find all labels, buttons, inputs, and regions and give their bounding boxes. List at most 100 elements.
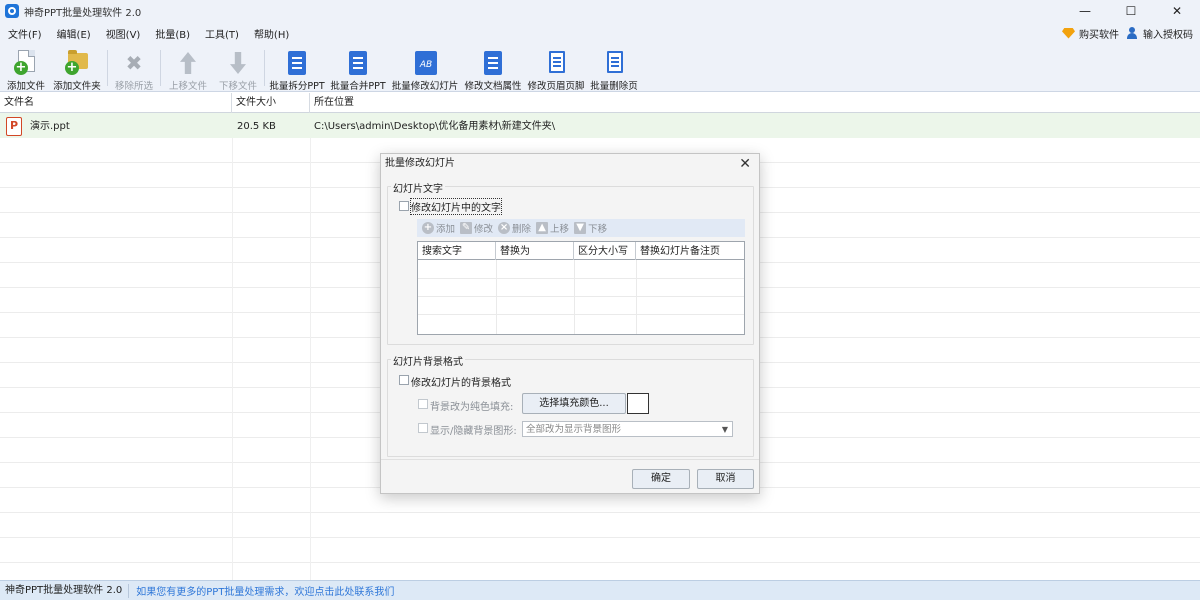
buy-label: 购买软件 bbox=[1079, 29, 1119, 41]
toolbar-separator bbox=[107, 50, 108, 86]
add-rule-label: 添加 bbox=[436, 224, 456, 235]
remove-selected-button[interactable]: ✖ 移除所选 bbox=[112, 44, 156, 92]
page-icon bbox=[542, 49, 570, 77]
solid-fill-label[interactable]: 背景改为纯色填充: bbox=[430, 398, 513, 413]
close-button[interactable]: ✕ bbox=[1154, 0, 1200, 22]
show-hide-bg-label[interactable]: 显示/隐藏背景图形: bbox=[430, 422, 517, 437]
menu-help[interactable]: 帮助(H) bbox=[247, 26, 296, 41]
arrow-up-icon: ▲ bbox=[536, 222, 549, 234]
col-replace-notes[interactable]: 替换幻灯片备注页 bbox=[636, 242, 744, 260]
status-app-name: 神奇PPT批量处理软件 2.0 bbox=[0, 583, 130, 598]
rule-down-button[interactable]: ▼ 下移 bbox=[574, 221, 607, 235]
table-gridline bbox=[636, 260, 637, 334]
text-rules-table[interactable]: 搜索文字 替换为 区分大小写 替换幻灯片备注页 bbox=[417, 241, 745, 335]
merge-ppt-button[interactable]: 批量合并PPT bbox=[329, 44, 387, 92]
doc-properties-button[interactable]: 修改文档属性 bbox=[463, 44, 523, 92]
move-up-label: 上移文件 bbox=[168, 81, 207, 92]
buy-button[interactable]: 购买软件 bbox=[1062, 26, 1119, 41]
column-divider bbox=[310, 113, 311, 580]
modify-bg-label[interactable]: 修改幻灯片的背景格式 bbox=[411, 374, 511, 389]
menu-edit[interactable]: 编辑(E) bbox=[50, 26, 98, 41]
modify-bg-checkbox[interactable] bbox=[399, 375, 409, 385]
minimize-button[interactable]: — bbox=[1062, 0, 1108, 22]
contact-link[interactable]: 如果您有更多的PPT批量处理需求，欢迎点击此处联系我们 bbox=[129, 583, 394, 598]
col-case-sensitive[interactable]: 区分大小写 bbox=[574, 242, 636, 260]
column-divider bbox=[232, 113, 233, 580]
remove-label: 移除所选 bbox=[114, 81, 153, 92]
delete-pages-button[interactable]: 批量删除页 bbox=[589, 44, 639, 92]
file-list-header: 文件名 文件大小 所在位置 bbox=[0, 93, 1200, 113]
col-filesize[interactable]: 文件大小 bbox=[232, 93, 310, 113]
dialog-title: 批量修改幻灯片 bbox=[385, 158, 455, 169]
cancel-button[interactable]: 取消 bbox=[697, 469, 754, 489]
table-gridline bbox=[574, 260, 575, 334]
rule-down-label: 下移 bbox=[588, 224, 608, 235]
table-gridline bbox=[418, 296, 744, 297]
file-path: C:\Users\admin\Desktop\优化备用素材\新建文件夹\ bbox=[314, 121, 556, 132]
choose-fill-color-button[interactable]: 选择填充颜色... bbox=[522, 393, 626, 414]
col-location[interactable]: 所在位置 bbox=[310, 93, 1200, 113]
delete-rule-label: 删除 bbox=[512, 224, 532, 235]
list-icon bbox=[479, 49, 507, 77]
merge-label: 批量合并PPT bbox=[330, 81, 386, 92]
move-down-button[interactable]: 下移文件 bbox=[216, 44, 260, 92]
modify-text-checkbox[interactable] bbox=[399, 201, 409, 211]
slide-text-group-title: 幻灯片文字 bbox=[391, 180, 445, 195]
add-file-button[interactable]: + 添加文件 bbox=[3, 44, 49, 92]
empty-row bbox=[0, 538, 1200, 563]
arrow-up-icon bbox=[174, 49, 202, 77]
dialog-close-icon[interactable]: ✕ bbox=[739, 156, 751, 172]
ok-button[interactable]: 确定 bbox=[632, 469, 690, 489]
table-row[interactable]: P 演示.ppt 20.5 KB C:\Users\admin\Desktop\… bbox=[0, 113, 1200, 138]
rule-up-label: 上移 bbox=[550, 224, 570, 235]
modify-text-label[interactable]: 修改幻灯片中的文字 bbox=[410, 198, 502, 215]
status-bar: 神奇PPT批量处理软件 2.0 如果您有更多的PPT批量处理需求，欢迎点击此处联… bbox=[0, 580, 1200, 600]
ab-icon: AB bbox=[411, 49, 439, 77]
bg-graphics-select[interactable]: 全部改为显示背景图形 ▼ bbox=[522, 421, 733, 437]
file-size: 20.5 KB bbox=[237, 121, 276, 132]
fill-color-swatch[interactable] bbox=[627, 393, 649, 414]
show-hide-bg-checkbox[interactable] bbox=[418, 423, 428, 433]
bg-graphics-value: 全部改为显示背景图形 bbox=[526, 424, 622, 435]
edit-rule-button[interactable]: ✎ 修改 bbox=[460, 221, 493, 235]
menu-view[interactable]: 视图(V) bbox=[99, 26, 148, 41]
header-footer-button[interactable]: 修改页眉页脚 bbox=[526, 44, 586, 92]
col-replace-with[interactable]: 替换为 bbox=[496, 242, 574, 260]
remove-icon: ✖ bbox=[125, 51, 143, 75]
move-down-label: 下移文件 bbox=[218, 81, 257, 92]
header-footer-label: 修改页眉页脚 bbox=[527, 81, 585, 92]
delete-pages-label: 批量删除页 bbox=[590, 81, 638, 92]
plus-icon: + bbox=[422, 222, 434, 234]
menu-tools[interactable]: 工具(T) bbox=[198, 26, 246, 41]
pencil-icon: ✎ bbox=[460, 222, 473, 234]
diamond-icon bbox=[1062, 27, 1075, 39]
chevron-down-icon: ▼ bbox=[721, 425, 728, 434]
col-search-text[interactable]: 搜索文字 bbox=[418, 242, 496, 260]
toolbar-separator bbox=[160, 50, 161, 86]
col-filename[interactable]: 文件名 bbox=[0, 93, 232, 113]
text-rules-toolbar: + 添加 ✎ 修改 × 删除 ▲ 上移 ▼ 下移 bbox=[417, 219, 745, 237]
add-rule-button[interactable]: + 添加 bbox=[422, 221, 455, 235]
app-icon bbox=[5, 4, 19, 18]
rule-up-button[interactable]: ▲ 上移 bbox=[536, 221, 569, 235]
add-file-icon: + bbox=[12, 49, 40, 77]
file-name: 演示.ppt bbox=[30, 121, 70, 132]
split-label: 批量拆分PPT bbox=[269, 81, 325, 92]
delete-page-icon bbox=[600, 49, 628, 77]
arrow-down-icon: ▼ bbox=[574, 222, 587, 234]
solid-fill-checkbox[interactable] bbox=[418, 399, 428, 409]
delete-rule-button[interactable]: × 删除 bbox=[498, 221, 531, 235]
split-ppt-button[interactable]: 批量拆分PPT bbox=[268, 44, 326, 92]
arrow-down-icon bbox=[224, 49, 252, 77]
add-folder-button[interactable]: + 添加文件夹 bbox=[52, 44, 102, 92]
maximize-button[interactable]: ☐ bbox=[1108, 0, 1154, 22]
move-up-button[interactable]: 上移文件 bbox=[166, 44, 210, 92]
menu-batch[interactable]: 批量(B) bbox=[148, 26, 197, 41]
modify-slides-button[interactable]: AB 批量修改幻灯片 bbox=[390, 44, 460, 92]
toolbar-separator bbox=[264, 50, 265, 86]
window-controls: — ☐ ✕ bbox=[1062, 0, 1200, 22]
add-folder-icon: + bbox=[63, 49, 91, 77]
menu-file[interactable]: 文件(F) bbox=[1, 26, 49, 41]
license-button[interactable]: 输入授权码 bbox=[1126, 26, 1193, 41]
table-gridline bbox=[418, 278, 744, 279]
